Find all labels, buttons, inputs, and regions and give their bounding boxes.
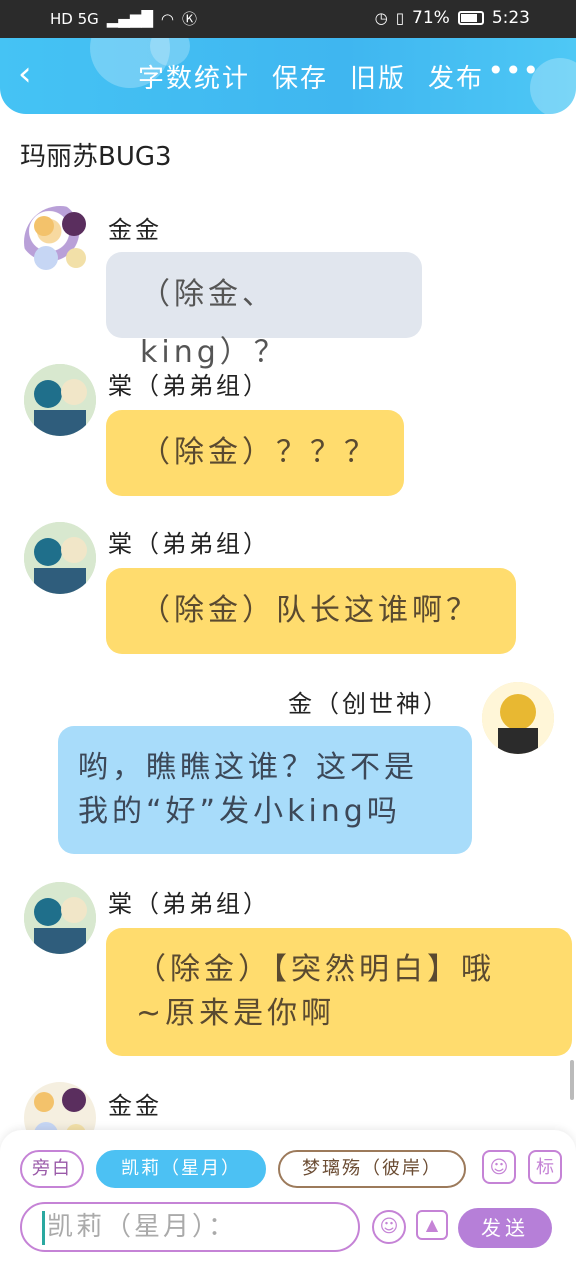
status-bar: HD 5G ▂▄▆█ ◠ Ⓚ ◷ ▯ 71% 5:23 xyxy=(0,0,576,38)
app-header: ‹ 字数统计 保存 旧版 发布 ••• xyxy=(0,38,576,114)
avatar[interactable] xyxy=(482,682,554,754)
old-version-button[interactable]: 旧版 xyxy=(350,58,406,95)
avatar-image xyxy=(482,682,554,754)
scrollbar[interactable] xyxy=(570,1060,574,1100)
avatar-image xyxy=(24,522,96,594)
clock: 5:23 xyxy=(491,8,530,28)
message-input[interactable]: 凯莉（星月）： xyxy=(20,1202,360,1252)
text-caret xyxy=(42,1210,45,1245)
avatar[interactable] xyxy=(24,364,96,436)
person-icon[interactable]: ☺ xyxy=(482,1150,516,1184)
sender-name: 棠（弟弟组） xyxy=(108,372,270,400)
input-value: 凯莉（星月）： xyxy=(47,1212,238,1242)
image-icon[interactable]: ▲ xyxy=(416,1210,448,1240)
message-bubble: （除金）？？？ xyxy=(106,410,404,496)
avatar[interactable] xyxy=(24,882,96,954)
role-chip-kaili[interactable]: 凯莉（星月） xyxy=(96,1150,266,1188)
sender-name: 棠（弟弟组） xyxy=(108,890,270,918)
battery-icon xyxy=(457,11,484,25)
message-bubble: （除金）【突然明白】哦 ~原来是你啊 xyxy=(106,928,572,1056)
message-bubble: （除金、king）？ xyxy=(106,252,422,370)
role-chip-menglishang[interactable]: 梦璃殇（彼岸） xyxy=(278,1150,466,1188)
signal-icon: ▂▄▆█ xyxy=(106,9,153,28)
word-count-button[interactable]: 字数统计 xyxy=(138,58,250,95)
send-button[interactable]: 发送 xyxy=(458,1208,552,1248)
app-notification-icon: Ⓚ xyxy=(182,10,198,28)
sender-name: 金金 xyxy=(108,216,162,244)
avatar-image xyxy=(24,882,96,954)
avatar[interactable] xyxy=(24,522,96,594)
avatar-image xyxy=(24,364,96,436)
vibrate-icon: ▯ xyxy=(395,9,405,27)
chevron-left-icon[interactable]: ‹ xyxy=(18,56,48,92)
message-line: （除金）【突然明白】哦 xyxy=(136,952,495,987)
message-bubble: （除金）队长这谁啊？ xyxy=(106,568,516,654)
alarm-icon: ◷ xyxy=(374,9,388,27)
role-chip-narration[interactable]: 旁白 xyxy=(20,1150,84,1188)
save-button[interactable]: 保存 xyxy=(272,58,328,95)
composer-panel: 旁白 凯莉（星月） 梦璃殇（彼岸） ☺ 标 凯莉（星月）： ☺ ▲ 发送 xyxy=(0,1130,576,1280)
sender-name: 棠（弟弟组） xyxy=(108,530,270,558)
tag-button[interactable]: 标 xyxy=(528,1150,562,1184)
message-line: 我的“好”发小king吗 xyxy=(78,794,401,829)
message-bubble: 哟，瞧瞧这谁？这不是 我的“好”发小king吗 xyxy=(58,726,472,854)
battery-percent: 71% xyxy=(412,8,450,28)
sender-name: 金（创世神） xyxy=(288,690,450,718)
message-line: ~原来是你啊 xyxy=(136,996,336,1031)
network-indicator: HD 5G xyxy=(50,9,99,28)
sender-name: 金金 xyxy=(108,1092,162,1120)
more-dots-icon[interactable]: ••• xyxy=(487,54,540,87)
publish-button[interactable]: 发布 xyxy=(428,58,484,95)
avatar-image xyxy=(34,212,86,270)
message-line: 哟，瞧瞧这谁？这不是 xyxy=(78,750,418,785)
avatar[interactable] xyxy=(24,206,96,278)
document-title: 玛丽苏BUG3 xyxy=(20,142,172,172)
emoji-icon[interactable]: ☺ xyxy=(372,1210,406,1244)
wifi-icon: ◠ xyxy=(160,9,175,28)
